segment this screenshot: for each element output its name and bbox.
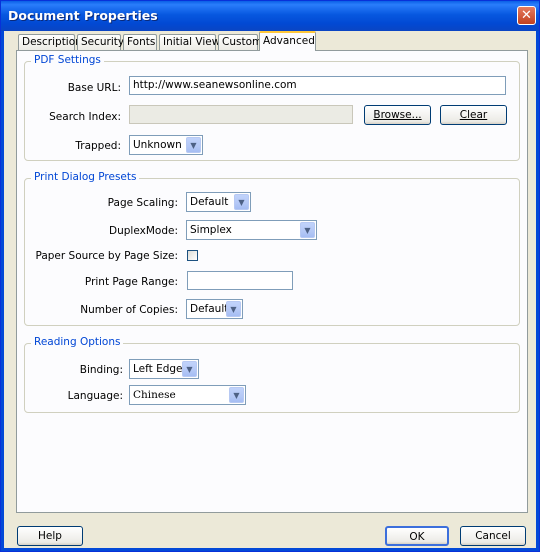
title-bar[interactable]: Document Properties ✕ — [1, 1, 539, 31]
cancel-button[interactable]: Cancel — [460, 526, 526, 546]
reading-options-legend: Reading Options — [31, 336, 124, 348]
pdf-settings-group: PDF Settings Base URL: http://www.seanew… — [24, 54, 520, 161]
chevron-down-icon[interactable]: ▼ — [229, 387, 244, 403]
tab-security[interactable]: Security — [77, 34, 124, 50]
search-index-label: Search Index: — [49, 111, 121, 123]
chevron-down-icon[interactable]: ▼ — [226, 301, 241, 317]
browse-button[interactable]: Browse... — [364, 105, 431, 125]
search-index-field — [129, 105, 353, 124]
help-button[interactable]: Help — [17, 526, 83, 546]
chevron-down-icon[interactable]: ▼ — [186, 137, 201, 153]
tab-description[interactable]: Description — [18, 34, 82, 50]
duplex-mode-label: DuplexMode: — [109, 225, 178, 237]
chevron-down-icon[interactable]: ▼ — [300, 222, 315, 238]
clear-button[interactable]: Clear — [440, 105, 507, 125]
number-of-copies-label: Number of Copies: — [80, 304, 178, 316]
binding-select[interactable]: Left Edge ▼ — [129, 359, 199, 379]
page-scaling-select[interactable]: Default ▼ — [186, 192, 251, 212]
base-url-input[interactable]: http://www.seanewsonline.com — [129, 76, 506, 95]
binding-label: Binding: — [79, 364, 123, 376]
language-select[interactable]: Chinese ▼ — [129, 385, 246, 405]
print-page-range-input[interactable] — [187, 271, 293, 290]
language-value: Chinese — [133, 389, 176, 401]
duplex-mode-value: Simplex — [190, 224, 232, 236]
print-presets-legend: Print Dialog Presets — [31, 171, 140, 183]
trapped-select[interactable]: Unknown ▼ — [129, 135, 203, 155]
pdf-settings-legend: PDF Settings — [31, 54, 104, 66]
ok-button[interactable]: OK — [385, 526, 449, 546]
window-frame-left — [1, 31, 4, 551]
number-of-copies-value: Default — [190, 303, 229, 315]
close-button[interactable]: ✕ — [517, 6, 536, 25]
chevron-down-icon[interactable]: ▼ — [234, 194, 249, 210]
paper-source-label: Paper Source by Page Size: — [35, 250, 178, 262]
trapped-label: Trapped: — [75, 140, 121, 152]
number-of-copies-select[interactable]: Default ▼ — [186, 299, 243, 319]
tab-custom[interactable]: Custom — [218, 34, 262, 50]
window-frame-right — [536, 31, 539, 551]
document-properties-dialog: Document Properties ✕ Description Securi… — [0, 0, 540, 552]
base-url-label: Base URL: — [67, 82, 121, 94]
tab-advanced[interactable]: Advanced — [259, 31, 316, 51]
print-page-range-label: Print Page Range: — [84, 276, 178, 288]
chevron-down-icon[interactable]: ▼ — [182, 361, 197, 377]
page-scaling-label: Page Scaling: — [107, 197, 178, 209]
reading-options-group: Reading Options Binding: Left Edge ▼ Lan… — [24, 336, 520, 413]
tab-initial-view[interactable]: Initial View — [159, 34, 220, 50]
duplex-mode-select[interactable]: Simplex ▼ — [186, 220, 317, 240]
window-frame-bottom — [1, 548, 539, 551]
page-scaling-value: Default — [190, 196, 229, 208]
language-label: Language: — [67, 390, 123, 402]
advanced-panel: PDF Settings Base URL: http://www.seanew… — [16, 50, 528, 513]
trapped-value: Unknown — [133, 139, 182, 151]
paper-source-checkbox[interactable] — [187, 250, 198, 261]
binding-value: Left Edge — [133, 363, 183, 375]
window-title: Document Properties — [8, 8, 158, 23]
tab-fonts[interactable]: Fonts — [123, 34, 157, 50]
close-icon: ✕ — [521, 8, 532, 23]
print-dialog-presets-group: Print Dialog Presets Page Scaling: Defau… — [24, 171, 520, 326]
